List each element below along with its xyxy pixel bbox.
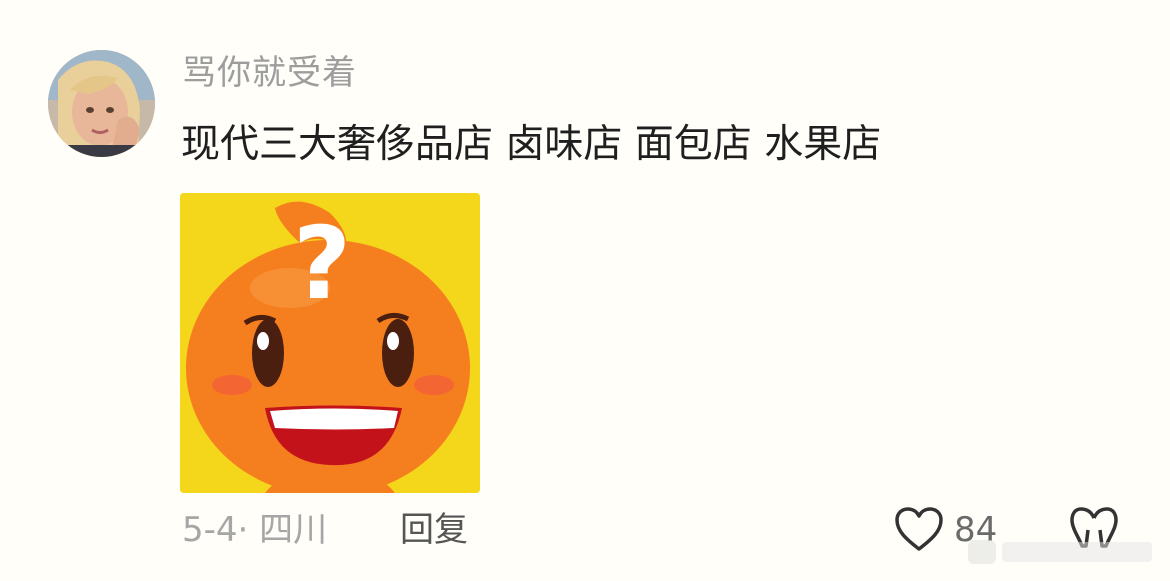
username[interactable]: 骂你就受着 (182, 52, 357, 94)
comment-meta: 5-4· 四川 (182, 508, 327, 552)
avatar-image (48, 50, 155, 157)
meta-separator: · (237, 510, 249, 550)
comment-location: 四川 (259, 510, 328, 550)
sticker-image[interactable]: ? (180, 193, 480, 493)
heart-icon[interactable] (894, 506, 944, 552)
comment-date: 5-4 (182, 510, 238, 550)
orange-mascot-icon: ? (180, 193, 480, 493)
comment-item: 骂你就受着 现代三大奢侈品店 卤味店 面包店 水果店 ? 5-4· 四川 回复 … (0, 0, 1170, 581)
comment-text: 现代三大奢侈品店 卤味店 面包店 水果店 (181, 122, 882, 167)
reply-button[interactable]: 回复 (400, 508, 468, 552)
watermark-logo (968, 534, 1158, 570)
avatar[interactable] (48, 50, 155, 157)
question-mark: ? (293, 205, 351, 322)
